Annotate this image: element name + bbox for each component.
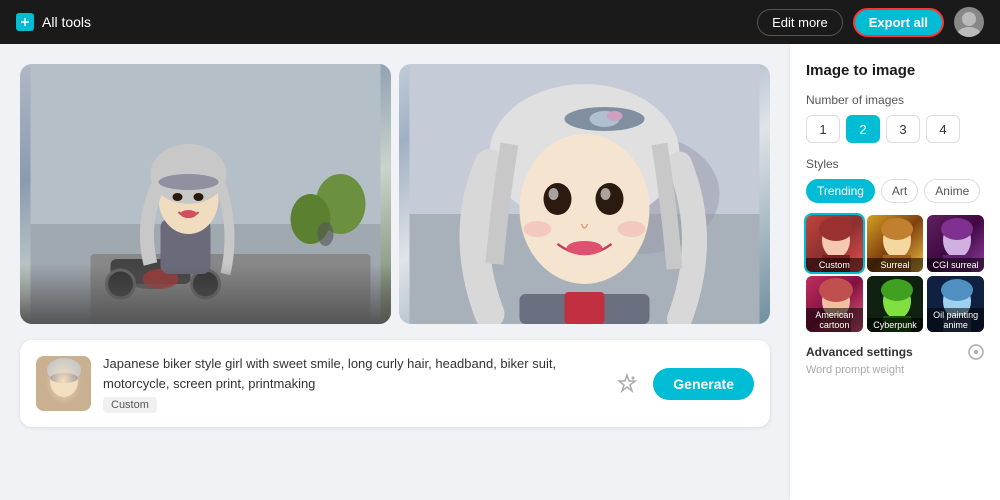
- num-btn-3[interactable]: 3: [886, 115, 920, 143]
- style-label-custom: Custom: [806, 258, 863, 272]
- style-thumb-custom[interactable]: Custom: [806, 215, 863, 272]
- left-panel: Japanese biker style girl with sweet smi…: [0, 44, 790, 500]
- prompt-text-area: Japanese biker style girl with sweet smi…: [103, 354, 599, 413]
- export-all-button[interactable]: Export all: [853, 8, 944, 37]
- header-right: Edit more Export all: [757, 7, 984, 37]
- logo-icon: [16, 13, 34, 31]
- header: All tools Edit more Export all: [0, 0, 1000, 44]
- num-btn-1[interactable]: 1: [806, 115, 840, 143]
- style-tab-art[interactable]: Art: [881, 179, 918, 203]
- advanced-label[interactable]: Advanced settings: [806, 344, 984, 360]
- advanced-settings: Advanced settings Word prompt weight: [806, 344, 984, 376]
- style-thumb-surreal[interactable]: Surreal: [867, 215, 924, 272]
- num-btn-4[interactable]: 4: [926, 115, 960, 143]
- avatar[interactable]: [954, 7, 984, 37]
- prompt-area: Japanese biker style girl with sweet smi…: [20, 340, 770, 427]
- prompt-thumbnail: [36, 356, 91, 411]
- edit-more-button[interactable]: Edit more: [757, 9, 843, 36]
- style-thumb-cgi[interactable]: CGI surreal: [927, 215, 984, 272]
- style-tab-anime[interactable]: Anime: [924, 179, 980, 203]
- header-left: All tools: [16, 13, 91, 31]
- images-grid: [20, 64, 770, 324]
- styles-label: Styles: [806, 157, 984, 171]
- logo-label: All tools: [42, 14, 91, 30]
- number-of-images-label: Number of images: [806, 93, 984, 107]
- style-label-cyberpunk: Cyberpunk: [867, 318, 924, 332]
- settings-circle-icon: [968, 344, 984, 360]
- style-label-surreal: Surreal: [867, 258, 924, 272]
- style-thumb-cartoon[interactable]: American cartoon: [806, 276, 863, 333]
- generated-image-1[interactable]: [20, 64, 391, 324]
- magic-button[interactable]: [611, 368, 643, 400]
- styles-tabs: Trending Art Anime: [806, 179, 984, 203]
- generated-image-2[interactable]: [399, 64, 770, 324]
- prompt-tag: Custom: [103, 397, 157, 413]
- style-thumb-oil[interactable]: Oil painting anime: [927, 276, 984, 333]
- right-panel: Image to image Number of images 1 2 3 4 …: [790, 44, 1000, 500]
- prompt-actions: Generate: [611, 368, 754, 400]
- style-label-oil: Oil painting anime: [927, 308, 984, 332]
- style-tab-trending[interactable]: Trending: [806, 179, 875, 203]
- style-label-cgi: CGI surreal: [927, 258, 984, 272]
- style-grid: Custom Surreal: [806, 215, 984, 332]
- prompt-text: Japanese biker style girl with sweet smi…: [103, 354, 599, 393]
- num-btn-2[interactable]: 2: [846, 115, 880, 143]
- number-of-images-row: 1 2 3 4: [806, 115, 984, 143]
- generate-button[interactable]: Generate: [653, 368, 754, 400]
- advanced-sub: Word prompt weight: [806, 364, 984, 376]
- style-label-cartoon: American cartoon: [806, 308, 863, 332]
- main-layout: Japanese biker style girl with sweet smi…: [0, 44, 1000, 500]
- panel-title: Image to image: [806, 62, 984, 79]
- style-thumb-cyberpunk[interactable]: Cyberpunk: [867, 276, 924, 333]
